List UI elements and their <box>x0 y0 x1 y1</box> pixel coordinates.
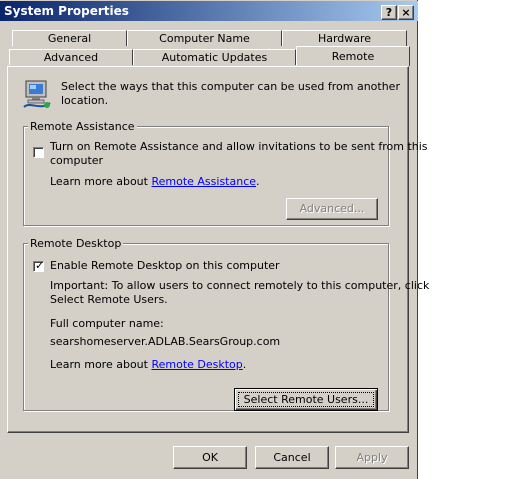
tab-remote[interactable]: Remote <box>296 46 410 66</box>
ok-button[interactable]: OK <box>173 446 247 469</box>
advanced-button[interactable]: Advanced... <box>286 198 378 220</box>
help-button[interactable]: ? <box>381 5 397 20</box>
apply-button[interactable]: Apply <box>335 446 409 469</box>
checkmark-icon: ✓ <box>35 259 45 272</box>
learn-more-suffix: . <box>242 358 247 371</box>
tab-advanced[interactable]: Advanced <box>9 49 133 65</box>
tab-general[interactable]: General <box>12 30 127 46</box>
remote-assistance-checkbox[interactable] <box>33 147 44 158</box>
remote-desktop-label: Remote Desktop <box>28 237 124 250</box>
remote-assistance-checkbox-label-line1[interactable]: Turn on Remote Assistance and allow invi… <box>50 140 428 153</box>
system-properties-window: System Properties ? × General Computer N… <box>0 0 429 479</box>
select-remote-users-button[interactable]: Select Remote Users... <box>234 388 378 411</box>
remote-desktop-learn-more: Learn more about Remote Desktop. <box>50 358 246 371</box>
important-text-line1: Important: To allow users to connect rem… <box>50 279 430 292</box>
enable-remote-desktop-label[interactable]: Enable Remote Desktop on this computer <box>50 259 280 272</box>
enable-remote-desktop-checkbox[interactable]: ✓ <box>33 259 45 272</box>
learn-more-suffix: . <box>256 175 260 188</box>
title-bar[interactable]: System Properties ? × <box>0 1 418 21</box>
remote-assistance-link[interactable]: Remote Assistance <box>151 175 256 188</box>
intro-text-line1: Select the ways that this computer can b… <box>61 80 400 93</box>
remote-tab-panel: Select the ways that this computer can b… <box>7 66 429 433</box>
remote-assistance-label: Remote Assistance <box>28 120 137 133</box>
focus-rectangle <box>238 392 374 407</box>
learn-more-prefix: Learn more about <box>50 358 152 371</box>
tab-hardware[interactable]: Hardware <box>282 30 407 46</box>
full-computer-name-label: Full computer name: <box>50 317 164 330</box>
remote-assistance-learn-more: Learn more about Remote Assistance. <box>50 175 260 188</box>
window-title: System Properties <box>4 4 129 18</box>
tab-automatic-updates[interactable]: Automatic Updates <box>133 49 296 65</box>
full-computer-name-value: searshomeserver.ADLAB.SearsGroup.com <box>50 335 281 348</box>
remote-desktop-link[interactable]: Remote Desktop <box>151 358 242 371</box>
intro-text-line2: location. <box>61 94 109 107</box>
close-button[interactable]: × <box>398 5 414 20</box>
remote-computer-icon <box>22 79 52 111</box>
cancel-button[interactable]: Cancel <box>255 446 329 469</box>
remote-assistance-checkbox-label-line2[interactable]: computer <box>50 154 103 167</box>
learn-more-prefix: Learn more about <box>50 175 152 188</box>
tab-computer-name[interactable]: Computer Name <box>127 30 282 46</box>
important-text-line2: Select Remote Users. <box>50 293 168 306</box>
